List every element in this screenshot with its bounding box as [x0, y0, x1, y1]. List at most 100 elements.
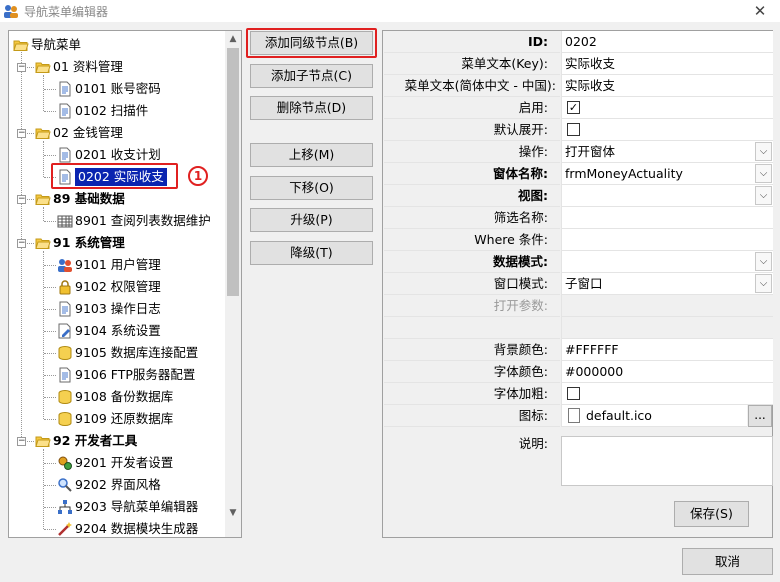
folder-open-icon	[13, 37, 29, 53]
tree-expander-minus-icon[interactable]: −	[17, 437, 26, 446]
tree-connector	[44, 309, 56, 310]
prop-value-view[interactable]: ⌵	[561, 185, 773, 207]
prop-value-zh-text[interactable]: 实际收支	[561, 75, 773, 97]
default-expand-checkbox[interactable]	[567, 123, 580, 136]
tree-expander-minus-icon[interactable]: −	[17, 63, 26, 72]
promote-button[interactable]: 升级(P)	[250, 208, 373, 232]
chevron-down-icon[interactable]: ⌵	[755, 164, 772, 183]
prop-label-where: Where 条件:	[384, 229, 560, 251]
prop-value-bg-color[interactable]: #FFFFFF	[561, 339, 773, 361]
save-button[interactable]: 保存(S)	[674, 501, 749, 527]
prop-row-enabled: 启用: ✓	[384, 97, 773, 119]
tree-root-label: 导航菜单	[31, 37, 82, 52]
prop-value-operation[interactable]: 打开窗体 ⌵	[561, 141, 773, 163]
tree-expander-minus-icon[interactable]: −	[17, 195, 26, 204]
operation-select-value: 打开窗体	[565, 144, 616, 159]
tree-node-label: 9104 系统设置	[75, 323, 161, 338]
tree-connector	[44, 353, 56, 354]
lock-icon	[57, 279, 73, 295]
prop-value-open-params	[561, 295, 773, 317]
scroll-thumb[interactable]	[227, 48, 239, 296]
save-label: 保存(S)	[690, 506, 733, 521]
tree-guide-line	[43, 141, 44, 177]
scroll-up-arrow-icon[interactable]: ▲	[225, 31, 241, 47]
prop-row-data-mode: 数据模式: ⌵	[384, 251, 773, 273]
navigation-tree[interactable]: 导航菜单 −01 资料管理 0101 账号密码 0102 扫描件 −02 金钱管理 020…	[8, 30, 242, 538]
prop-row-zh-text: 菜单文本(简体中文 - 中国): 实际收支	[384, 75, 773, 97]
chevron-down-icon[interactable]: ⌵	[755, 186, 772, 205]
prop-value-key-text[interactable]: 实际收支	[561, 53, 773, 75]
window-mode-select-value: 子窗口	[565, 276, 603, 291]
tree-node-label: 8901 查阅列表数据维护	[75, 213, 211, 228]
browse-icon-button[interactable]: ...	[748, 405, 772, 427]
document-icon	[57, 103, 73, 119]
delete-node-button[interactable]: 删除节点(D)	[250, 96, 373, 120]
tree-node-label: 91 系统管理	[53, 235, 125, 250]
cancel-button[interactable]: 取消	[682, 548, 773, 575]
add-child-node-button[interactable]: 添加子节点(C)	[250, 64, 373, 88]
tree-node-label: 9102 权限管理	[75, 279, 161, 294]
prop-label-description: 说明:	[384, 433, 560, 463]
close-icon[interactable]: ✕	[748, 1, 772, 21]
prop-value-where[interactable]	[561, 229, 773, 251]
tree-expander-minus-icon[interactable]: −	[17, 129, 26, 138]
tree-node-label: 9105 数据库连接配置	[75, 345, 199, 360]
prop-label-default-expand: 默认展开:	[384, 119, 560, 141]
prop-row-view: 视图: ⌵	[384, 185, 773, 207]
tree-guide-line	[43, 251, 44, 419]
description-textarea[interactable]	[561, 436, 773, 486]
chevron-down-icon[interactable]: ⌵	[755, 274, 772, 293]
prop-value-data-mode[interactable]: ⌵	[561, 251, 773, 273]
tree-connector	[44, 419, 56, 420]
database-icon	[57, 389, 73, 405]
add-sibling-highlight	[246, 28, 377, 58]
prop-row-font-bold: 字体加粗:	[384, 383, 773, 405]
tree-node-label: 9203 导航菜单编辑器	[75, 499, 199, 514]
prop-row-id: ID: 0202	[384, 31, 773, 53]
document-icon	[57, 81, 73, 97]
tree-node-label: 01 资料管理	[53, 59, 123, 74]
tree-connector	[44, 89, 56, 90]
users-icon	[57, 257, 73, 273]
prop-value-filter-name[interactable]	[561, 207, 773, 229]
prop-label-open-params: 打开参数:	[384, 295, 560, 317]
move-down-label: 下移(O)	[289, 180, 334, 195]
prop-row-bg-color: 背景颜色: #FFFFFF	[384, 339, 773, 361]
tree-node-label: 9103 操作日志	[75, 301, 161, 316]
prop-label-font-bold: 字体加粗:	[384, 383, 560, 405]
chevron-down-icon[interactable]: ⌵	[755, 252, 772, 271]
folder-open-icon	[35, 125, 51, 141]
font-bold-checkbox[interactable]	[567, 387, 580, 400]
tree-connector	[44, 485, 56, 486]
prop-value-enabled: ✓	[561, 97, 773, 119]
network-icon	[57, 499, 73, 515]
prop-row-key-text: 菜单文本(Key): 实际收支	[384, 53, 773, 75]
prop-value-form-name[interactable]: frmMoneyActuality ⌵	[561, 163, 773, 185]
database-icon	[57, 345, 73, 361]
prop-value-icon[interactable]: default.ico	[561, 405, 747, 427]
move-down-button[interactable]: 下移(O)	[250, 176, 373, 200]
prop-value-id[interactable]: 0202	[561, 31, 773, 53]
demote-button[interactable]: 降级(T)	[250, 241, 373, 265]
move-up-button[interactable]: 上移(M)	[250, 143, 373, 167]
scroll-down-arrow-icon[interactable]: ▼	[225, 505, 241, 521]
prop-value-font-color[interactable]: #000000	[561, 361, 773, 383]
prop-label-icon: 图标:	[384, 405, 560, 427]
tree-guide-line	[43, 207, 44, 221]
enabled-checkbox[interactable]: ✓	[567, 101, 580, 114]
chevron-down-icon[interactable]: ⌵	[755, 142, 772, 161]
prop-row-filter-name: 筛选名称:	[384, 207, 773, 229]
prop-label-filter-name: 筛选名称:	[384, 207, 560, 229]
tree-expander-minus-icon[interactable]: −	[17, 239, 26, 248]
table-icon	[57, 213, 73, 229]
title-bar	[0, 0, 780, 22]
prop-row-default-expand: 默认展开:	[384, 119, 773, 141]
gears-icon	[57, 455, 73, 471]
tree-node-label: 02 金钱管理	[53, 125, 123, 140]
prop-value-window-mode[interactable]: 子窗口 ⌵	[561, 273, 773, 295]
prop-row-font-color: 字体颜色: #000000	[384, 361, 773, 383]
prop-label-window-mode: 窗口模式:	[384, 273, 560, 295]
folder-open-icon	[35, 191, 51, 207]
file-icon	[568, 408, 580, 423]
wand-icon	[57, 521, 73, 537]
